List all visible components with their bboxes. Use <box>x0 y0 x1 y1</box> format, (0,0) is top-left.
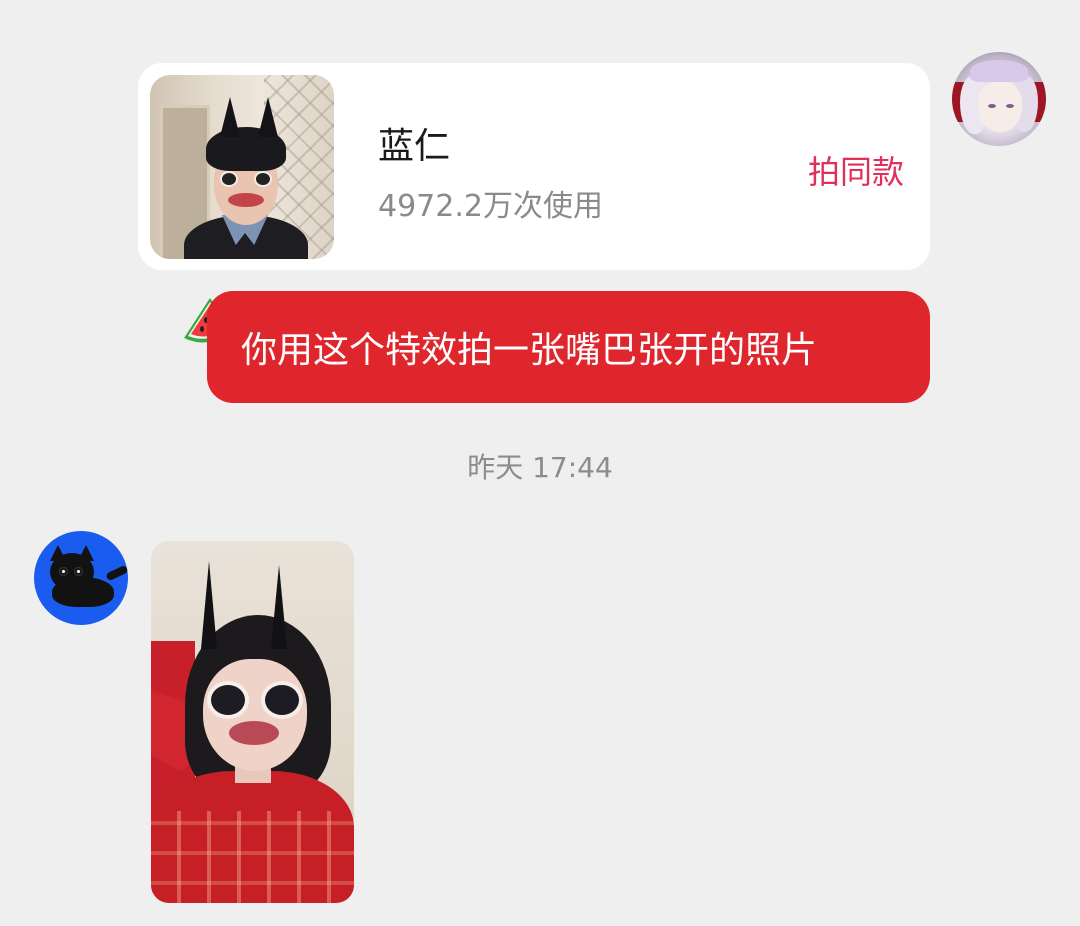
avatar-decor <box>105 564 128 582</box>
thumb-decor <box>220 171 238 187</box>
message-text: 你用这个特效拍一张嘴巴张开的照片 <box>241 330 818 371</box>
message-timestamp: 昨天 17:44 <box>467 451 613 484</box>
my-avatar[interactable] <box>952 52 1046 146</box>
avatar-decor <box>978 82 1022 132</box>
effect-name: 蓝仁 <box>378 126 451 167</box>
effect-share-card[interactable]: 蓝仁 4972.2万次使用 拍同款 <box>138 63 930 270</box>
photo-decor <box>201 561 217 649</box>
thumb-decor <box>258 97 278 137</box>
shoot-same-button[interactable]: 拍同款 <box>808 147 904 193</box>
avatar-decor <box>1006 104 1014 108</box>
photo-message[interactable] <box>151 541 354 903</box>
photo-decor <box>207 681 249 719</box>
effect-thumbnail[interactable] <box>150 75 334 259</box>
avatar-decor <box>988 104 996 108</box>
photo-decor <box>271 565 287 649</box>
photo-decor <box>229 721 279 745</box>
effect-usage-count: 4972.2万次使用 <box>378 189 603 224</box>
contact-avatar[interactable] <box>34 531 128 625</box>
photo-decor <box>151 811 354 903</box>
thumb-decor <box>254 171 272 187</box>
thumb-decor <box>228 193 264 207</box>
thumb-decor <box>220 97 240 137</box>
avatar-decor <box>970 60 1028 82</box>
avatar-decor <box>74 567 83 576</box>
photo-decor <box>261 681 303 719</box>
message-bubble[interactable]: 你用这个特效拍一张嘴巴张开的照片 <box>207 291 930 403</box>
avatar-decor <box>59 567 68 576</box>
avatar-decor <box>50 553 94 591</box>
top-cut-text <box>480 0 540 4</box>
